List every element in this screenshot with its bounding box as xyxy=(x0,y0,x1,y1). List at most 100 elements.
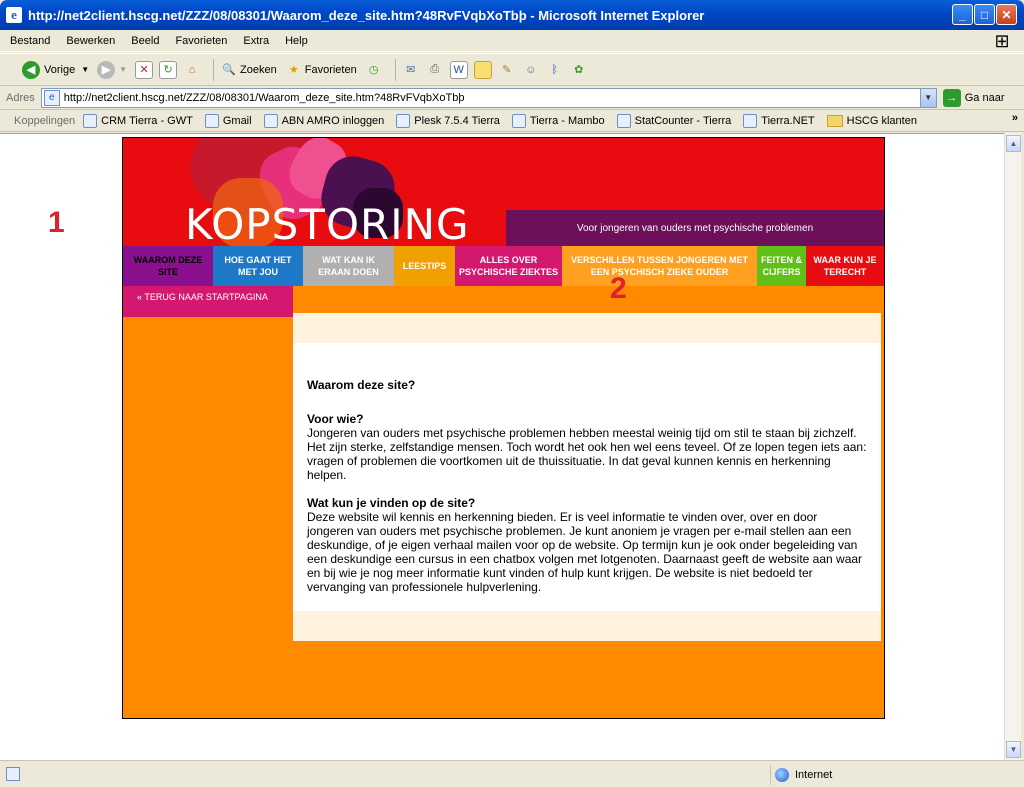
forward-button[interactable]: ▶ ▼ xyxy=(97,60,127,79)
website-container: KOPSTORING Voor jongeren van ouders met … xyxy=(122,137,885,719)
section-heading: Voor wie? xyxy=(307,412,364,426)
menu-extra[interactable]: Extra xyxy=(243,35,269,47)
home-icon[interactable]: ⌂ xyxy=(183,61,201,79)
window-title: http://net2client.hscg.net/ZZZ/08/08301/… xyxy=(28,7,705,23)
link-label: Tierra - Mambo xyxy=(529,114,605,127)
search-button[interactable]: 🔍 Zoeken xyxy=(220,61,277,79)
link-tierra-mambo[interactable]: Tierra - Mambo xyxy=(511,113,605,128)
forward-dropdown-icon[interactable]: ▼ xyxy=(119,65,127,74)
address-url[interactable]: http://net2client.hscg.net/ZZZ/08/08301/… xyxy=(64,92,465,104)
research-icon[interactable]: ✎ xyxy=(498,61,516,79)
site-logo[interactable]: KOPSTORING xyxy=(185,200,470,246)
link-label: Tierra.NET xyxy=(761,114,815,127)
nav-wat-kan-ik-doen[interactable]: WAT KAN IK ERAAN DOEN xyxy=(303,246,394,286)
menu-bewerken[interactable]: Bewerken xyxy=(66,35,115,47)
search-label: Zoeken xyxy=(240,63,277,76)
maximize-button[interactable]: □ xyxy=(974,4,995,25)
address-input[interactable]: e http://net2client.hscg.net/ZZZ/08/0830… xyxy=(40,87,937,108)
link-page-icon xyxy=(743,113,758,128)
menu-help[interactable]: Help xyxy=(285,35,308,47)
back-arrow-icon: ◀ xyxy=(22,60,40,79)
tools-icon[interactable]: ✿ xyxy=(570,61,588,79)
link-tierra-net[interactable]: Tierra.NET xyxy=(743,113,815,128)
nav-waarom-deze-site[interactable]: WAAROM DEZE SITE xyxy=(123,246,213,286)
link-page-icon xyxy=(204,113,219,128)
nav-verschillen[interactable]: VERSCHILLEN TUSSEN JONGEREN MET EEN PSYC… xyxy=(562,246,757,286)
toolbar: ◀ Vorige ▼ ▶ ▼ ✕ ↻ ⌂ 🔍 Zoeken ★ Favoriet… xyxy=(0,53,1024,86)
ie-icon: e xyxy=(6,7,22,23)
link-label: HSCG klanten xyxy=(846,114,917,127)
nav-feiten-cijfers[interactable]: FEITEN & CIJFERS xyxy=(757,246,806,286)
mail-icon[interactable]: ✉ xyxy=(402,61,420,79)
menu-favorieten[interactable]: Favorieten xyxy=(175,35,227,47)
word-edit-icon[interactable]: W xyxy=(449,60,468,79)
go-button[interactable]: → Ga naar xyxy=(942,88,1005,107)
close-button[interactable]: ✕ xyxy=(996,4,1017,25)
link-hscg-klanten[interactable]: HSCG klanten xyxy=(826,114,917,127)
favorites-button[interactable]: ★ Favorieten xyxy=(285,61,357,79)
menu-bestand[interactable]: Bestand xyxy=(10,35,50,47)
title-bar: e http://net2client.hscg.net/ZZZ/08/0830… xyxy=(0,0,1024,30)
windows-logo-icon: ⊞ xyxy=(994,31,1010,51)
link-statcounter[interactable]: StatCounter - Tierra xyxy=(616,113,732,128)
minimize-button[interactable]: _ xyxy=(952,4,973,25)
link-page-icon xyxy=(263,113,278,128)
menu-beeld[interactable]: Beeld xyxy=(131,35,159,47)
link-crm-tierra[interactable]: CRM Tierra - GWT xyxy=(83,113,193,128)
section-text: Jongeren van ouders met psychische probl… xyxy=(307,426,867,482)
nav-hoe-gaat-het[interactable]: HOE GAAT HET MET JOU xyxy=(213,246,303,286)
folder-icon xyxy=(826,114,843,127)
go-label: Ga naar xyxy=(964,91,1005,104)
stop-icon[interactable]: ✕ xyxy=(135,60,154,79)
link-page-icon xyxy=(511,113,526,128)
nav-waar-kun-je-terecht[interactable]: WAAR KUN JE TERECHT xyxy=(806,246,884,286)
nav-psychische-ziektes[interactable]: ALLES OVER PSYCHISCHE ZIEKTES xyxy=(455,246,562,286)
content-top-band xyxy=(293,313,881,343)
back-dropdown-icon[interactable]: ▼ xyxy=(81,65,89,74)
scroll-up-icon[interactable]: ▲ xyxy=(1006,135,1021,152)
link-page-icon xyxy=(83,113,98,128)
annotation-1: 1 xyxy=(48,206,65,239)
links-bar: Koppelingen CRM Tierra - GWT Gmail ABN A… xyxy=(0,110,1024,132)
discuss-icon[interactable] xyxy=(473,60,492,79)
address-label: Adres xyxy=(6,91,35,104)
links-more-chevron-icon[interactable]: » xyxy=(1012,112,1018,124)
main-content: Waarom deze site? Voor wie? Jongeren van… xyxy=(293,343,881,611)
link-label: Plesk 7.5.4 Tierra xyxy=(414,114,500,127)
links-label: Koppelingen xyxy=(14,114,76,127)
section-heading: Wat kun je vinden op de site? xyxy=(307,496,476,510)
browser-viewport: 1 KOPSTORING Voor jongeren van ouders me… xyxy=(0,133,1004,760)
link-page-icon xyxy=(616,113,631,128)
history-icon[interactable]: ◷ xyxy=(365,61,383,79)
messenger-icon[interactable]: ☺ xyxy=(522,61,540,79)
page-status-icon xyxy=(6,767,20,781)
section-text: Deze website wil kennis en herkenning bi… xyxy=(307,510,863,594)
nav-leestips[interactable]: LEESTIPS xyxy=(394,246,455,286)
go-arrow-icon: → xyxy=(942,88,961,107)
site-nav: WAAROM DEZE SITE HOE GAAT HET MET JOU WA… xyxy=(123,246,884,286)
link-label: ABN AMRO inloggen xyxy=(281,114,385,127)
print-icon[interactable]: ⎙ xyxy=(426,61,444,79)
link-label: StatCounter - Tierra xyxy=(634,114,732,127)
favorites-label: Favorieten xyxy=(304,63,357,76)
refresh-icon[interactable]: ↻ xyxy=(159,60,178,79)
link-plesk[interactable]: Plesk 7.5.4 Tierra xyxy=(396,113,500,128)
zone-label: Internet xyxy=(795,769,833,781)
bluetooth-icon[interactable]: ᛒ xyxy=(546,61,564,79)
search-icon: 🔍 xyxy=(222,64,236,76)
vertical-scrollbar[interactable]: ▲ ▼ xyxy=(1004,133,1021,760)
menu-bar: Bestand Bewerken Beeld Favorieten Extra … xyxy=(0,30,1024,52)
link-abn-amro[interactable]: ABN AMRO inloggen xyxy=(263,113,385,128)
back-to-homepage-link[interactable]: « TERUG NAAR STARTPAGINA xyxy=(123,286,293,317)
link-label: Gmail xyxy=(222,114,252,127)
security-zone: Internet xyxy=(770,765,1000,785)
toolbar-separator xyxy=(213,58,215,81)
link-gmail[interactable]: Gmail xyxy=(204,113,252,128)
back-button[interactable]: ◀ Vorige ▼ xyxy=(22,60,89,79)
scroll-down-icon[interactable]: ▼ xyxy=(1006,741,1021,758)
page-title: Waarom deze site? xyxy=(307,378,416,392)
site-banner: KOPSTORING Voor jongeren van ouders met … xyxy=(123,138,884,246)
address-dropdown-icon[interactable]: ▼ xyxy=(919,88,936,107)
toolbar-separator xyxy=(394,58,396,81)
link-label: CRM Tierra - GWT xyxy=(101,114,193,127)
